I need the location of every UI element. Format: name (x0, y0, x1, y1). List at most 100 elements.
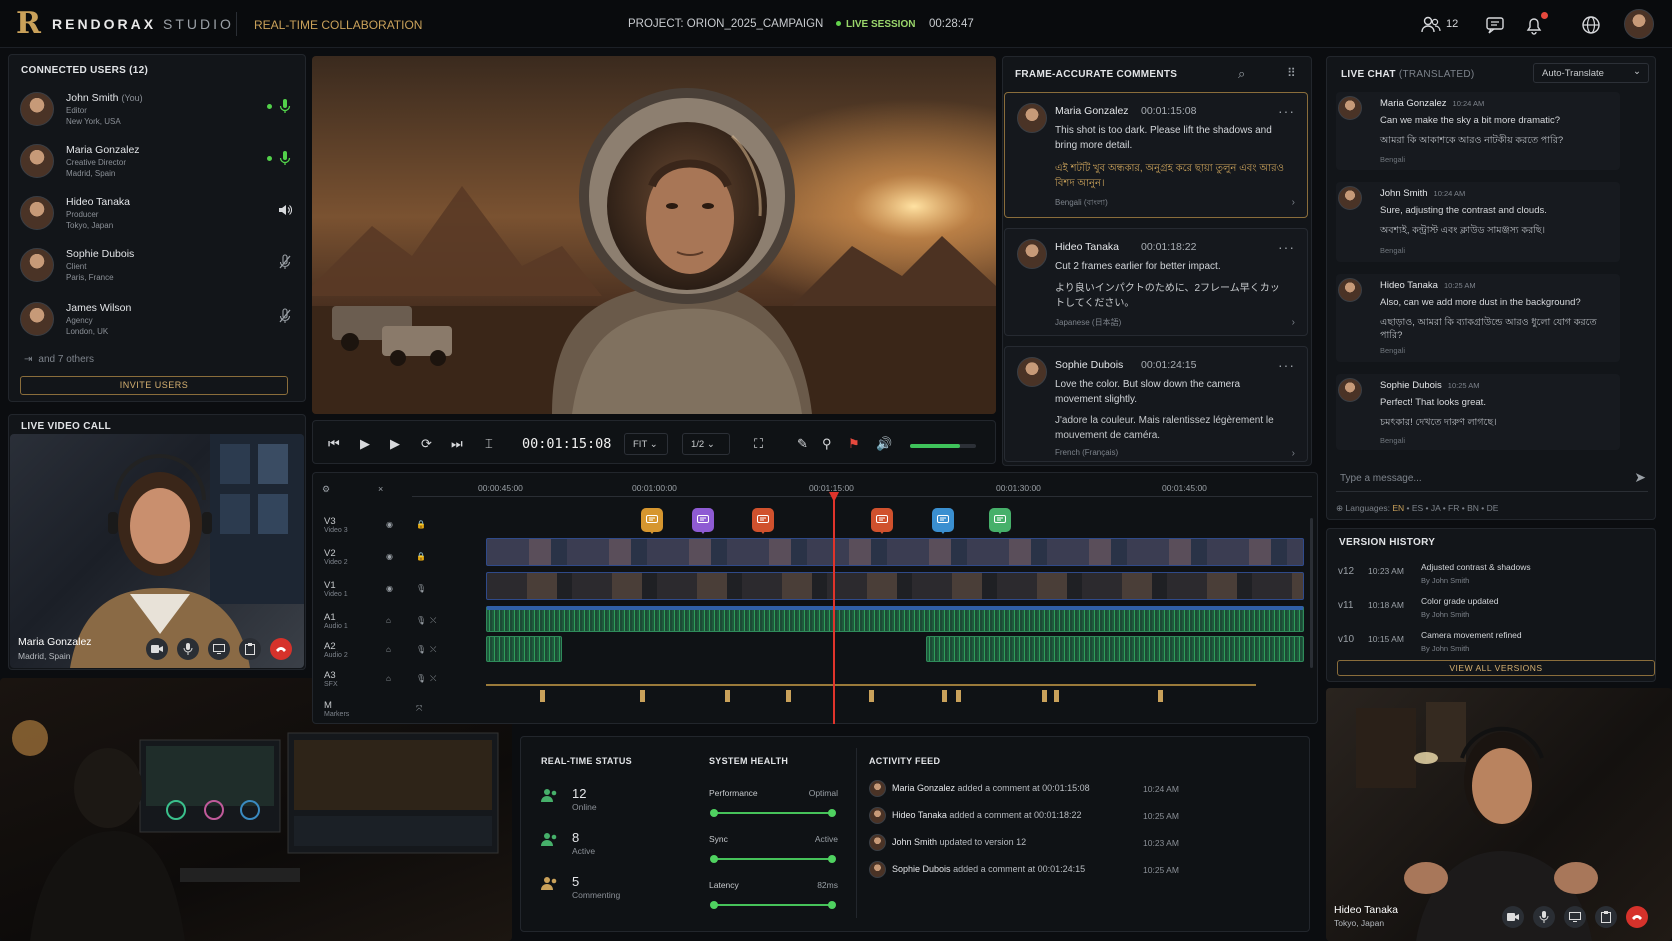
loop-icon[interactable]: ⟳ (421, 436, 432, 452)
skip-start-icon[interactable]: ⏮ (328, 436, 340, 452)
language-option[interactable]: FR (1448, 503, 1459, 513)
mic-icon[interactable]: 🎙 (416, 584, 426, 593)
clipboard-button[interactable] (1595, 906, 1617, 928)
timeline-scrollbar[interactable] (1310, 518, 1313, 668)
users-icon[interactable] (1420, 14, 1442, 36)
sfx-clip[interactable] (1158, 690, 1163, 702)
lock-icon[interactable]: 🔒 (416, 552, 426, 561)
comment-marker[interactable] (641, 508, 663, 534)
user-row[interactable]: Sophie Dubois Client Paris, France (10, 242, 300, 292)
user-row[interactable]: James Wilson Agency London, UK (10, 296, 300, 346)
mic-icon[interactable] (278, 150, 292, 166)
volume-icon[interactable]: 🔊 (876, 436, 892, 452)
chat-icon[interactable] (1484, 14, 1506, 36)
fullscreen-icon[interactable]: ⛶ (754, 436, 763, 452)
play-icon[interactable]: ▶ (390, 436, 400, 452)
mute-icon[interactable]: ⤬ (430, 645, 436, 655)
auto-translate-dropdown[interactable]: Auto-Translate ⌄ (1533, 63, 1649, 83)
eye-icon[interactable]: ◉ (386, 584, 393, 593)
comment-timecode[interactable]: 00:01:15:08 (1141, 105, 1196, 117)
activity-item[interactable]: Hideo Tanaka added a comment at 00:01:18… (892, 810, 1122, 820)
video-clip-v2[interactable] (486, 538, 1304, 566)
lock-icon[interactable]: 🔒 (416, 520, 426, 529)
bell-icon[interactable]: ⌂ (386, 674, 391, 683)
mute-icon[interactable]: ⤬ (430, 674, 436, 684)
playhead[interactable] (833, 492, 835, 724)
video-viewer[interactable] (312, 56, 996, 414)
sfx-clip[interactable] (725, 690, 730, 702)
pen-icon[interactable]: ✎ (797, 436, 808, 452)
mic-muted-icon[interactable] (278, 254, 292, 270)
sfx-clip[interactable] (1054, 690, 1059, 702)
user-row[interactable]: Maria Gonzalez Creative Director Madrid, S… (10, 138, 300, 188)
eye-icon[interactable]: ◉ (386, 520, 393, 529)
mic-icon[interactable]: 🎙 (416, 674, 426, 683)
mark-icon[interactable]: ⌶ (485, 436, 493, 452)
comment-marker[interactable] (932, 508, 954, 534)
language-option[interactable]: DE (1487, 503, 1499, 513)
sfx-clip[interactable] (942, 690, 947, 702)
sfx-clip[interactable] (869, 690, 874, 702)
comment-marker[interactable] (989, 508, 1011, 534)
audio-clip-a2[interactable] (486, 636, 562, 662)
comment-marker[interactable] (871, 508, 893, 534)
mic-icon[interactable]: 🎙 (416, 645, 426, 654)
language-option[interactable]: BN (1467, 503, 1479, 513)
mic-icon[interactable] (278, 98, 292, 114)
comment-card[interactable]: Maria Gonzalez 00:01:15:08 ··· This shot… (1004, 92, 1308, 218)
user-row[interactable]: Hideo Tanaka Producer Tokyo, Japan (10, 190, 300, 240)
speaker-icon[interactable] (278, 202, 292, 218)
mic-icon[interactable]: 🎙 (416, 616, 426, 625)
sfx-clip[interactable] (1042, 690, 1047, 702)
eye-icon[interactable]: ◉ (386, 552, 393, 561)
mic-muted-icon[interactable] (278, 308, 292, 324)
reply-arrow-icon[interactable]: › (1292, 448, 1295, 459)
sfx-clip[interactable] (956, 690, 961, 702)
camera-button[interactable] (146, 638, 168, 660)
globe-icon[interactable] (1580, 14, 1602, 36)
camera-button[interactable] (1502, 906, 1524, 928)
end-call-button[interactable] (270, 638, 292, 660)
comment-marker[interactable] (752, 508, 774, 534)
volume-slider[interactable] (910, 444, 976, 448)
skip-end-icon[interactable]: ⏭ (451, 436, 463, 452)
profile-avatar[interactable] (1624, 9, 1654, 39)
resolution-dropdown[interactable]: 1/2 ⌄ (682, 433, 730, 455)
link-icon[interactable]: ⚲ (822, 436, 832, 452)
invite-users-button[interactable]: INVITE USERS (20, 376, 288, 395)
bell-icon[interactable]: ⌂ (386, 616, 391, 625)
fit-dropdown[interactable]: FIT ⌄ (624, 433, 668, 455)
screen-share-button[interactable] (1564, 906, 1586, 928)
language-option[interactable]: JA (1431, 503, 1440, 513)
search-icon[interactable]: ⌕ (1238, 66, 1245, 82)
others-link[interactable]: ⇥ and 7 others (24, 354, 94, 365)
chat-input[interactable]: Type a message... ➤ (1336, 466, 1648, 492)
language-option[interactable]: EN (1392, 503, 1404, 513)
comment-marker[interactable] (692, 508, 714, 534)
user-row[interactable]: John Smith (You) Editor New York, USA (10, 86, 300, 136)
clipboard-button[interactable] (239, 638, 261, 660)
sfx-clip[interactable] (540, 690, 545, 702)
activity-item[interactable]: John Smith updated to version 12 (892, 837, 1122, 847)
reply-arrow-icon[interactable]: › (1292, 197, 1295, 208)
marker-icon[interactable]: ⤧ (416, 704, 422, 714)
settings-icon[interactable]: ⚙ (322, 484, 330, 495)
language-list[interactable]: EN • ES • JA • FR • BN • DE (1392, 503, 1498, 513)
comment-timecode[interactable]: 00:01:24:15 (1141, 359, 1196, 371)
grid-menu-icon[interactable]: ⠿ (1287, 66, 1296, 80)
language-option[interactable]: ES (1412, 503, 1423, 513)
sfx-clip[interactable] (640, 690, 645, 702)
bell-icon[interactable] (1523, 12, 1548, 36)
sfx-clip[interactable] (786, 690, 791, 702)
marker-tool-icon[interactable]: ⚑ (848, 436, 860, 452)
comment-card[interactable]: Hideo Tanaka 00:01:18:22 ··· Cut 2 frame… (1004, 228, 1308, 336)
more-options-icon[interactable]: ··· (1278, 103, 1295, 119)
comment-card[interactable]: Sophie Dubois 00:01:24:15 ··· Love the c… (1004, 346, 1308, 462)
video-clip-v1[interactable] (486, 572, 1304, 600)
screen-share-button[interactable] (208, 638, 230, 660)
end-call-button[interactable] (1626, 906, 1648, 928)
audio-clip-a1[interactable] (486, 606, 1304, 632)
play-reverse-icon[interactable]: ▶ (360, 436, 370, 452)
activity-item[interactable]: Maria Gonzalez added a comment at 00:01:… (892, 783, 1122, 793)
send-icon[interactable]: ➤ (1634, 469, 1646, 486)
